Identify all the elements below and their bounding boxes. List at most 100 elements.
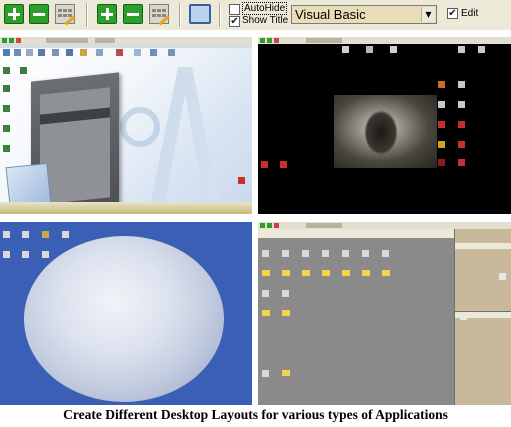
desktop-icon[interactable] bbox=[238, 177, 245, 184]
layout-preview-visual-basic[interactable] bbox=[258, 222, 511, 405]
wallpaper-moon bbox=[24, 236, 224, 402]
desktop-icon[interactable] bbox=[458, 101, 465, 108]
desktop-icon[interactable] bbox=[3, 49, 10, 56]
desktop-icon[interactable] bbox=[262, 250, 269, 257]
desktop-icon[interactable] bbox=[150, 49, 157, 56]
desktop-icon[interactable] bbox=[96, 49, 103, 56]
remove-layout-button[interactable] bbox=[29, 4, 49, 24]
ide-side-panel bbox=[454, 229, 511, 405]
toolbar-separator bbox=[86, 3, 88, 27]
add-layout-button[interactable] bbox=[4, 4, 24, 24]
desktop-icon[interactable] bbox=[134, 49, 141, 56]
desktop-icon[interactable] bbox=[3, 125, 10, 132]
desktop-icon[interactable] bbox=[458, 46, 465, 53]
layout-preview-office[interactable] bbox=[0, 37, 252, 214]
desktop-icon[interactable] bbox=[478, 46, 485, 53]
edit-layout-button[interactable] bbox=[55, 4, 76, 26]
desktop-icon[interactable] bbox=[80, 49, 87, 56]
desktop-icon[interactable] bbox=[458, 141, 465, 148]
wallpaper-image bbox=[334, 95, 437, 168]
desktop-icon[interactable] bbox=[3, 231, 10, 238]
desktop-icon[interactable] bbox=[322, 250, 329, 257]
desktop-icon[interactable] bbox=[438, 121, 445, 128]
layout-preview-dark[interactable] bbox=[258, 37, 511, 214]
desktop-icon[interactable] bbox=[362, 250, 369, 257]
folder-icon[interactable] bbox=[282, 270, 290, 276]
desktop-icon[interactable] bbox=[42, 251, 49, 258]
autohide-label: AutoHide bbox=[242, 2, 288, 15]
preview-titlebar bbox=[258, 37, 511, 44]
folder-icon[interactable] bbox=[302, 270, 310, 276]
desktop-icon[interactable] bbox=[168, 49, 175, 56]
desktop-icon[interactable] bbox=[52, 49, 59, 56]
desktop-icon[interactable] bbox=[261, 161, 268, 168]
folder-icon[interactable] bbox=[262, 270, 270, 276]
desktop-icon[interactable] bbox=[38, 49, 45, 56]
desktop-icon[interactable] bbox=[262, 370, 269, 377]
desktop-icon[interactable] bbox=[342, 46, 349, 53]
desktop-icon[interactable] bbox=[62, 231, 69, 238]
desktop-icon[interactable] bbox=[262, 290, 269, 297]
layout-select-value: Visual Basic bbox=[295, 7, 366, 22]
chevron-down-icon[interactable]: ▼ bbox=[421, 7, 435, 22]
desktop-icon[interactable] bbox=[282, 290, 289, 297]
layout-select[interactable]: Visual Basic ▼ bbox=[291, 5, 437, 24]
toolbar-separator bbox=[219, 3, 221, 27]
desktop-icon[interactable] bbox=[20, 67, 27, 74]
desktop-icon[interactable] bbox=[3, 145, 10, 152]
desktop-icon[interactable] bbox=[26, 49, 33, 56]
desktop-icon[interactable] bbox=[438, 141, 445, 148]
desktop-icon[interactable] bbox=[66, 49, 73, 56]
desktop-icon[interactable] bbox=[3, 251, 10, 258]
preview-toolbar bbox=[0, 44, 252, 48]
toolbar: AutoHide ✔ Show Title Visual Basic ▼ ✔ E… bbox=[0, 0, 511, 30]
desktop-icon[interactable] bbox=[438, 81, 445, 88]
desktop-icon[interactable] bbox=[382, 250, 389, 257]
desktop-icon[interactable] bbox=[458, 159, 465, 166]
desktop-icon[interactable] bbox=[438, 101, 445, 108]
show-title-checkbox[interactable]: ✔ bbox=[229, 16, 240, 27]
folder-icon[interactable] bbox=[282, 310, 290, 316]
desktop-icon[interactable] bbox=[3, 105, 10, 112]
ide-toolbar bbox=[258, 229, 454, 238]
remove-window-button[interactable] bbox=[123, 4, 143, 24]
preview-titlebar bbox=[258, 222, 511, 229]
layout-preview-moon[interactable] bbox=[0, 222, 252, 405]
desktop-icon[interactable] bbox=[366, 46, 373, 53]
desktop-icon[interactable] bbox=[342, 250, 349, 257]
desktop-icon[interactable] bbox=[390, 46, 397, 53]
edit-window-button[interactable] bbox=[149, 4, 170, 26]
autohide-checkbox[interactable] bbox=[229, 4, 240, 15]
desktop-monitor-button[interactable] bbox=[189, 4, 211, 24]
desktop-icon[interactable] bbox=[22, 231, 29, 238]
decorative-ring bbox=[120, 107, 160, 147]
desktop-icon[interactable] bbox=[282, 250, 289, 257]
folder-icon[interactable] bbox=[362, 270, 370, 276]
wallpaper-band bbox=[0, 202, 252, 214]
desktop-icon[interactable] bbox=[302, 250, 309, 257]
desktop-icon[interactable] bbox=[116, 49, 123, 56]
desktop-icon[interactable] bbox=[22, 251, 29, 258]
desktop-icon[interactable] bbox=[458, 81, 465, 88]
desktop-icon[interactable] bbox=[280, 161, 287, 168]
folder-icon[interactable] bbox=[282, 370, 290, 376]
desktop-icon[interactable] bbox=[3, 67, 10, 74]
desktop-icon[interactable] bbox=[42, 231, 49, 238]
folder-icon[interactable] bbox=[322, 270, 330, 276]
decorative-letter-art bbox=[150, 67, 220, 207]
desktop-icon[interactable] bbox=[438, 159, 445, 166]
folder-icon[interactable] bbox=[342, 270, 350, 276]
show-title-label: Show Title bbox=[242, 15, 289, 26]
toolbar-separator bbox=[179, 3, 181, 27]
add-window-button[interactable] bbox=[97, 4, 117, 24]
folder-icon[interactable] bbox=[262, 310, 270, 316]
folder-icon[interactable] bbox=[382, 270, 390, 276]
desktop-icon[interactable] bbox=[14, 49, 21, 56]
edit-checkbox[interactable]: ✔ bbox=[447, 8, 458, 19]
preview-titlebar bbox=[0, 37, 252, 44]
desktop-icon[interactable] bbox=[3, 85, 10, 92]
desktop-icon[interactable] bbox=[460, 313, 467, 320]
desktop-icon[interactable] bbox=[458, 121, 465, 128]
caption: Create Different Desktop Layouts for var… bbox=[63, 407, 448, 422]
desktop-icon[interactable] bbox=[499, 273, 506, 280]
